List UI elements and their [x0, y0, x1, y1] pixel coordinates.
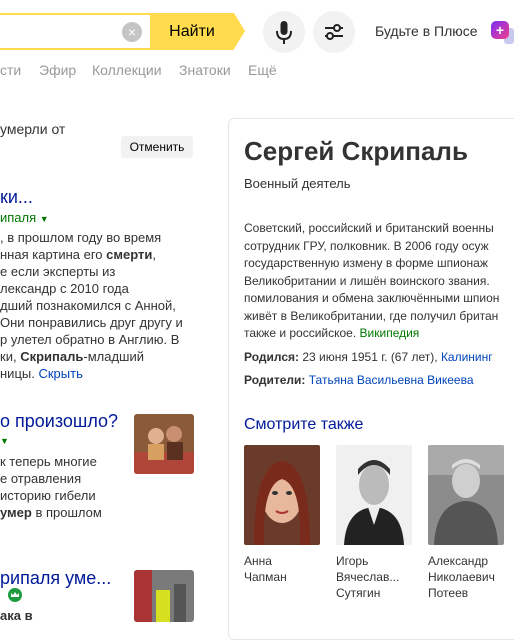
entity-title: Сергей Скрипаль	[244, 136, 468, 166]
clear-search-icon[interactable]: ×	[122, 22, 142, 42]
entity-description: Советский, российский и британский военн…	[244, 221, 500, 340]
nav-tab-more[interactable]: Ещё	[248, 62, 277, 78]
result-title[interactable]: ки...	[0, 187, 33, 208]
person-name[interactable]: Александр Николаевич Потеев	[428, 553, 510, 601]
settings-sliders-icon	[325, 24, 343, 40]
nav-tab-news[interactable]: сти	[0, 62, 21, 78]
result-url-arrow[interactable]: ▼	[0, 433, 9, 450]
find-button[interactable]: Найти	[150, 13, 234, 50]
person-name[interactable]: Игорь Вячеслав... Сутягин	[336, 553, 418, 601]
result-title[interactable]: о произошло?	[0, 411, 118, 432]
query-correction-text: умерли от	[0, 121, 66, 137]
person-photo[interactable]	[428, 445, 504, 545]
birthplace-link[interactable]: Калининг	[441, 350, 493, 364]
crown-icon	[8, 588, 22, 602]
result-title[interactable]: рипаля уме...	[0, 568, 111, 589]
cancel-button[interactable]: Отменить	[121, 136, 193, 158]
person-photo[interactable]	[336, 445, 412, 545]
person-photo[interactable]	[244, 445, 320, 545]
hide-link[interactable]: Скрыть	[38, 366, 82, 381]
result-snippet: ака в	[0, 608, 33, 623]
nav-tab-collections[interactable]: Коллекции	[92, 62, 162, 78]
fact-parents: Родители: Татьяна Васильевна Викеева	[244, 373, 474, 387]
person-name[interactable]: Анна Чапман	[244, 553, 326, 585]
result-thumbnail[interactable]	[134, 570, 194, 622]
entity-subtitle: Военный деятель	[244, 176, 351, 191]
parent-link[interactable]: Татьяна Васильевна Викеева	[309, 373, 474, 387]
result-thumbnail[interactable]	[134, 414, 194, 474]
find-button-arrow	[234, 13, 245, 49]
fact-born: Родился: 23 июня 1951 г. (67 лет), Калин…	[244, 350, 493, 364]
search-settings-button[interactable]	[313, 11, 355, 53]
result-snippet: , в прошлом году во время нная картина е…	[0, 230, 183, 381]
result-snippet: к теперь многие е отравления историю гиб…	[0, 454, 102, 520]
microphone-icon	[276, 21, 292, 44]
result-url[interactable]: ипаля ▼	[0, 209, 49, 228]
wikipedia-link[interactable]: Википедия	[360, 326, 420, 340]
voice-search-button[interactable]	[263, 11, 305, 53]
nav-tab-experts[interactable]: Знатоки	[179, 62, 231, 78]
plus-icon: +	[491, 21, 509, 39]
yandex-plus-link[interactable]: Будьте в Плюсе	[375, 23, 478, 39]
nav-tab-efir[interactable]: Эфир	[39, 62, 76, 78]
see-also-heading: Смотрите также	[244, 416, 364, 433]
